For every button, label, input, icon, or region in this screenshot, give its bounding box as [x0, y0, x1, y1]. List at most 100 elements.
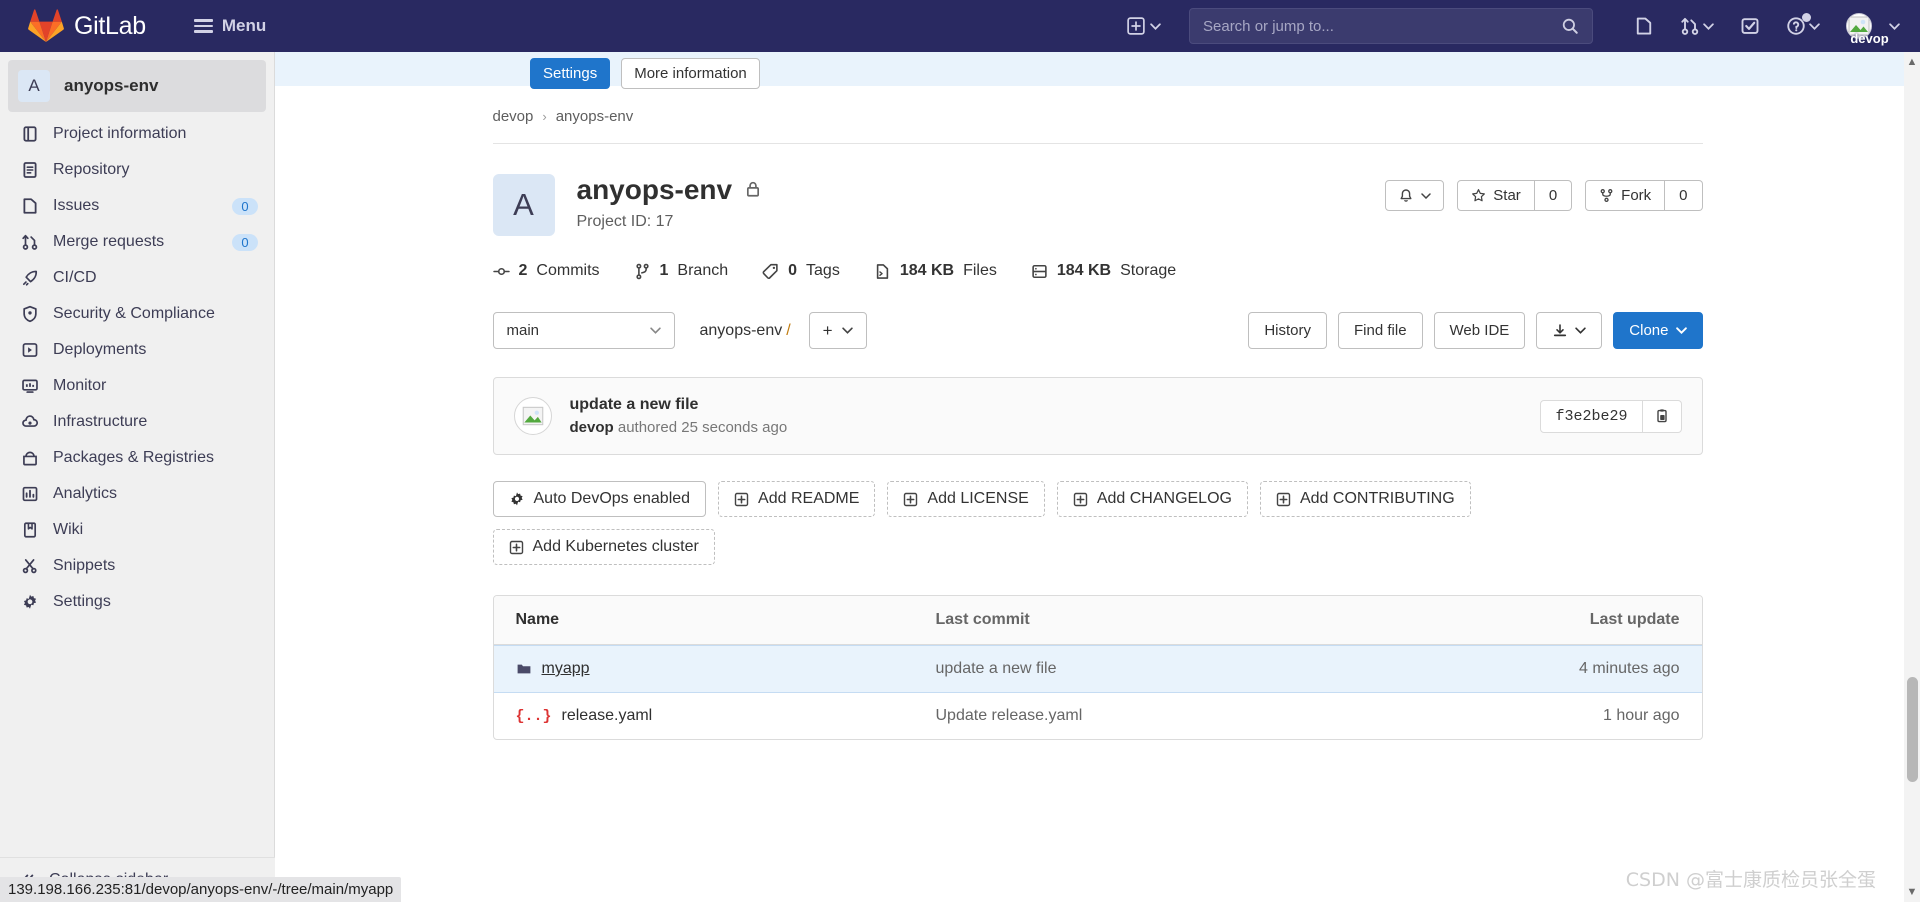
branch-name: main: [506, 322, 540, 339]
search-input[interactable]: Search or jump to...: [1189, 8, 1593, 44]
sidebar-item-project-information[interactable]: Project information: [0, 116, 274, 152]
stat-branches[interactable]: 1 Branch: [634, 262, 728, 280]
banner-action-buttons: Settings More information: [530, 58, 760, 89]
breadcrumb: devop › anyops-env: [492, 86, 1703, 144]
merge-requests-count-badge: 0: [232, 233, 258, 251]
clipboard-icon: [1656, 409, 1667, 423]
web-ide-button[interactable]: Web IDE: [1433, 312, 1526, 349]
todos-nav-icon[interactable]: [1727, 10, 1773, 42]
add-to-repository-button[interactable]: +: [808, 312, 867, 349]
breadcrumb-project-link[interactable]: anyops-env: [556, 108, 634, 125]
plus-box-icon: [734, 492, 749, 506]
banner-settings-button[interactable]: Settings: [530, 58, 611, 89]
issues-nav-icon[interactable]: [1621, 10, 1667, 42]
package-icon: [20, 449, 39, 467]
star-count[interactable]: 0: [1534, 180, 1573, 211]
sidebar-item-issues[interactable]: Issues 0: [0, 188, 274, 224]
chevron-down-icon: [649, 327, 661, 334]
scroll-up-arrow-icon[interactable]: ▲: [1906, 56, 1918, 68]
notification-dropdown-button[interactable]: [1385, 180, 1445, 211]
sidebar-item-infrastructure[interactable]: Infrastructure: [0, 404, 274, 440]
column-header-last-commit: Last commit: [935, 611, 1030, 628]
file-name-link[interactable]: myapp: [542, 660, 590, 678]
column-header-last-update: Last update: [1589, 611, 1680, 628]
path-project-name[interactable]: anyops-env: [700, 322, 783, 339]
monitor-icon: [20, 377, 39, 395]
sidebar-item-snippets[interactable]: Snippets: [0, 548, 274, 584]
top-navbar: GitLab Menu Search or jump to... devop: [0, 0, 1920, 52]
find-file-button[interactable]: Find file: [1338, 312, 1423, 349]
file-name-link[interactable]: release.yaml: [562, 707, 653, 725]
commit-author-name[interactable]: devop: [570, 419, 614, 436]
add-contributing-button[interactable]: Add CONTRIBUTING: [1259, 481, 1471, 517]
rocket-icon: [20, 269, 39, 287]
fork-button[interactable]: Fork: [1585, 180, 1666, 211]
status-bar-url: 139.198.166.235:81/devop/anyops-env/-/tr…: [0, 877, 402, 902]
page-title: anyops-env: [576, 174, 733, 205]
breadcrumb-group-link[interactable]: devop: [493, 108, 534, 125]
sidebar-item-repository[interactable]: Repository: [0, 152, 274, 188]
copy-sha-button[interactable]: [1642, 399, 1682, 433]
stat-files[interactable]: 184 KB Files: [874, 262, 997, 280]
sidebar-item-label: Wiki: [53, 521, 84, 538]
auto-devops-button[interactable]: Auto DevOps enabled: [492, 481, 707, 517]
vertical-scrollbar[interactable]: ▲ ▼: [1904, 52, 1920, 902]
lock-icon: [744, 180, 762, 201]
sidebar-item-ci-cd[interactable]: CI/CD: [0, 260, 274, 296]
sidebar-item-monitor[interactable]: Monitor: [0, 368, 274, 404]
table-header-row: Name Last commit Last update: [493, 596, 1702, 645]
gear-icon: [20, 593, 39, 611]
add-license-button[interactable]: Add LICENSE: [887, 481, 1045, 517]
commit-sha[interactable]: f3e2be29: [1540, 399, 1643, 433]
help-nav-icon[interactable]: [1773, 10, 1833, 42]
sidebar-item-wiki[interactable]: Wiki: [0, 512, 274, 548]
stat-value: 1: [659, 262, 669, 279]
repository-path-breadcrumb: anyops-env /: [700, 322, 791, 340]
stat-tags[interactable]: 0 Tags: [762, 262, 840, 280]
commit-message[interactable]: update a new file: [570, 396, 1541, 414]
banner-more-information-button[interactable]: More information: [621, 58, 760, 89]
add-kubernetes-cluster-button[interactable]: Add Kubernetes cluster: [492, 529, 715, 565]
stat-storage[interactable]: 184 KB Storage: [1031, 262, 1176, 280]
button-label: Add CONTRIBUTING: [1299, 490, 1455, 507]
scrollbar-thumb[interactable]: [1907, 677, 1918, 782]
sidebar-project-header[interactable]: A anyops-env: [8, 60, 266, 112]
table-row[interactable]: myapp update a new file 4 minutes ago: [493, 645, 1702, 693]
navbar-icon-group: devop: [1621, 7, 1906, 46]
stat-value: 0: [788, 262, 798, 279]
add-readme-button[interactable]: Add README: [718, 481, 876, 517]
column-header-name: Name: [515, 611, 560, 628]
scissors-icon: [20, 557, 39, 575]
sidebar-item-deployments[interactable]: Deployments: [0, 332, 274, 368]
add-changelog-button[interactable]: Add CHANGELOG: [1056, 481, 1248, 517]
star-button[interactable]: Star: [1457, 180, 1535, 211]
sidebar-item-security-compliance[interactable]: Security & Compliance: [0, 296, 274, 332]
project-hero: A anyops-env Project ID: 17 Star 0 Fork …: [492, 144, 1703, 236]
clone-button[interactable]: Clone: [1613, 312, 1703, 349]
scroll-down-arrow-icon[interactable]: ▼: [1906, 886, 1918, 898]
user-menu-button[interactable]: devop: [1833, 7, 1906, 46]
table-row[interactable]: {..} release.yaml Update release.yaml 1 …: [494, 693, 1702, 739]
button-label: Add LICENSE: [927, 490, 1029, 507]
sidebar-item-analytics[interactable]: Analytics: [0, 476, 274, 512]
row-last-commit[interactable]: Update release.yaml: [936, 707, 1510, 725]
sidebar-item-label: Security & Compliance: [53, 305, 215, 322]
new-item-button[interactable]: [1127, 17, 1161, 35]
branch-selector[interactable]: main: [492, 312, 675, 349]
main-menu-button[interactable]: Menu: [186, 10, 274, 42]
file-listing-table: Name Last commit Last update myapp updat…: [492, 595, 1703, 740]
fork-count[interactable]: 0: [1665, 180, 1703, 211]
sidebar-item-packages-registries[interactable]: Packages & Registries: [0, 440, 274, 476]
issues-icon: [20, 197, 39, 215]
stat-commits[interactable]: 2 Commits: [492, 262, 600, 280]
download-source-button[interactable]: [1536, 312, 1603, 349]
sidebar-item-label: Issues: [53, 197, 100, 214]
download-icon: [1554, 323, 1567, 336]
sidebar-item-label: Analytics: [53, 485, 118, 502]
gitlab-logo-icon[interactable]: [28, 9, 64, 43]
row-last-commit[interactable]: update a new file: [936, 660, 1510, 678]
merge-requests-nav-icon[interactable]: [1667, 10, 1727, 42]
sidebar-item-settings[interactable]: Settings: [0, 584, 274, 620]
sidebar-item-merge-requests[interactable]: Merge requests 0: [0, 224, 274, 260]
history-button[interactable]: History: [1248, 312, 1328, 349]
